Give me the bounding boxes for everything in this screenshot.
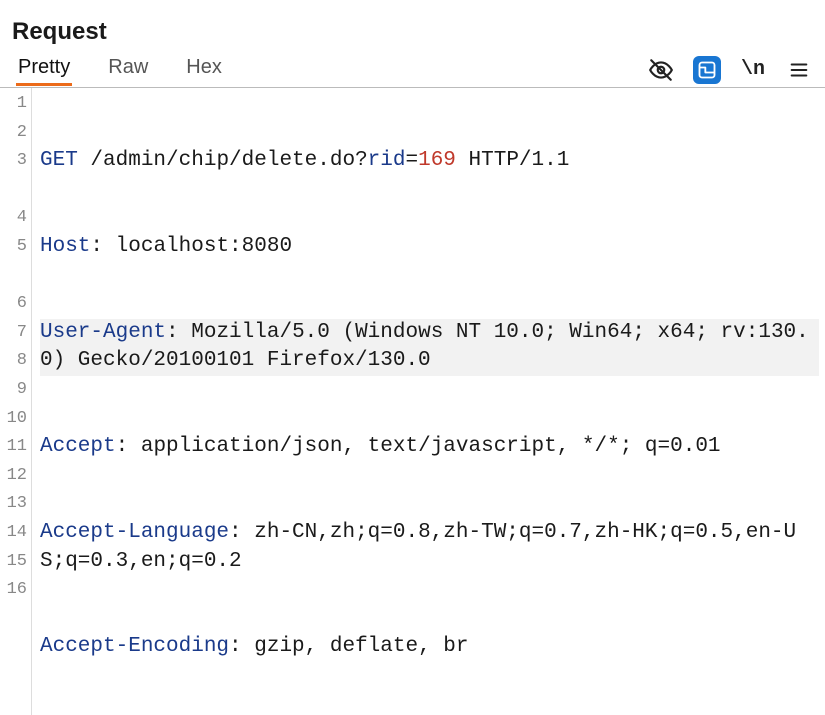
header-host: Host: localhost:8080 [40, 233, 819, 262]
request-line: GET /admin/chip/delete.do?rid=169 HTTP/1… [40, 147, 819, 176]
tabs: Pretty Raw Hex [8, 53, 224, 86]
header-accept: Accept: application/json, text/javascrip… [40, 433, 819, 462]
hamburger-menu-icon[interactable] [785, 56, 813, 84]
line-number-gutter: 1 2 3 4 5 6 7 8 9 10 11 12 13 14 15 16 [0, 88, 32, 715]
toolbar: \n [647, 56, 817, 84]
panel-title: Request [0, 0, 825, 52]
tab-raw[interactable]: Raw [106, 53, 150, 86]
line-wrap-toggle[interactable]: \n [739, 56, 767, 84]
tab-pretty[interactable]: Pretty [16, 53, 72, 86]
http-code[interactable]: GET /admin/chip/delete.do?rid=169 HTTP/1… [32, 88, 825, 715]
header-accept-language: Accept-Language: zh-CN,zh;q=0.8,zh-TW;q=… [40, 519, 819, 576]
tab-bar: Pretty Raw Hex \n [0, 52, 825, 88]
visibility-off-icon[interactable] [647, 56, 675, 84]
request-panel: Request Pretty Raw Hex \n [0, 0, 825, 715]
tab-hex[interactable]: Hex [184, 53, 224, 86]
header-user-agent: User-Agent: Mozilla/5.0 (Windows NT 10.0… [40, 319, 819, 376]
render-toggle-icon[interactable] [693, 56, 721, 84]
header-accept-encoding: Accept-Encoding: gzip, deflate, br [40, 633, 819, 662]
http-editor[interactable]: 1 2 3 4 5 6 7 8 9 10 11 12 13 14 15 16 G… [0, 88, 825, 715]
